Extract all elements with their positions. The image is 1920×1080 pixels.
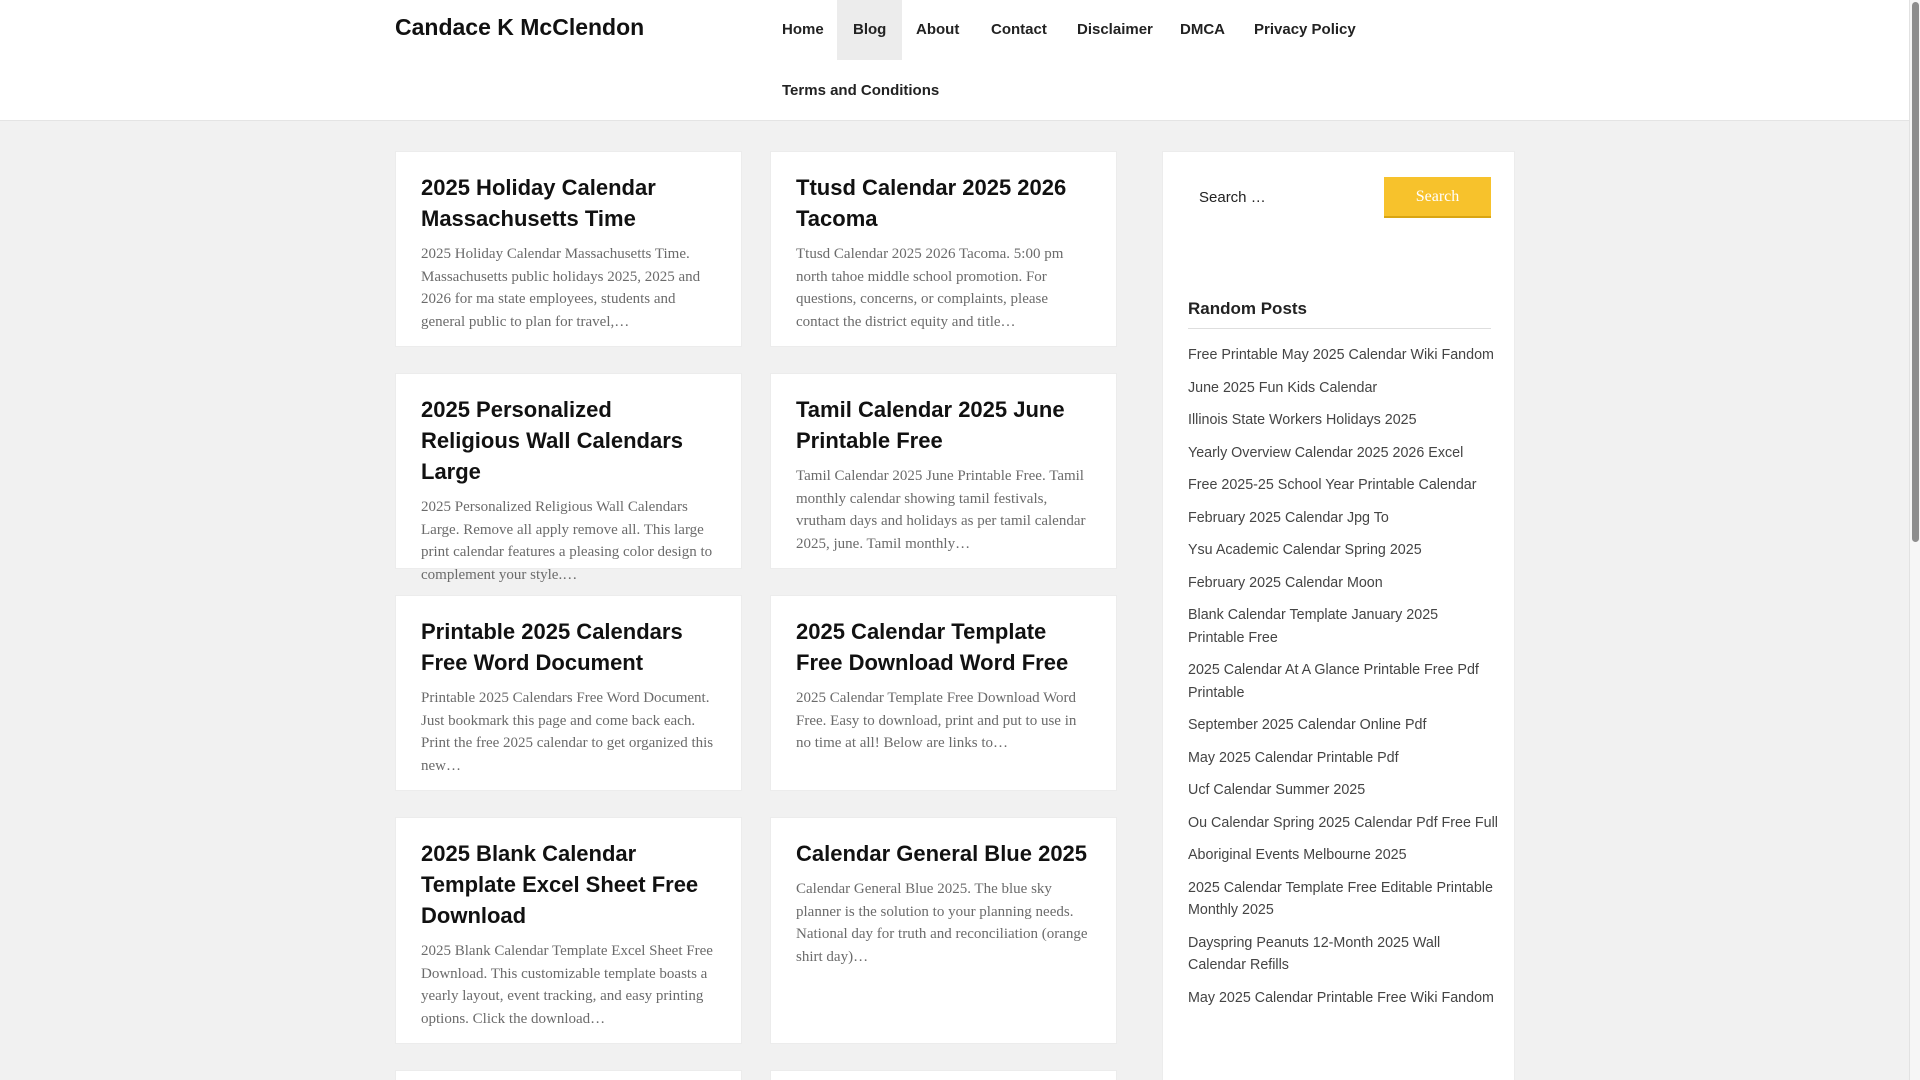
post-title[interactable]: Ttusd Calendar 2025 2026 Tacoma — [796, 172, 1091, 234]
random-post-link[interactable]: Aboriginal Events Melbourne 2025 — [1188, 844, 1498, 867]
post-excerpt: 2025 Blank Calendar Template Excel Sheet… — [421, 943, 713, 1027]
random-post-link[interactable]: June 2025 Fun Kids Calendar — [1188, 377, 1498, 400]
search-button[interactable]: Search — [1384, 177, 1491, 218]
post-card: Printable 2025 Calendars Free Word Docum… — [395, 595, 742, 791]
random-post-link[interactable]: Illinois State Workers Holidays 2025 — [1188, 409, 1498, 432]
page-scrollbar[interactable] — [1909, 0, 1920, 1080]
site-header: Candace K McClendon Home Blog About Cont… — [0, 0, 1909, 121]
random-post-link[interactable]: 2025 Calendar At A Glance Printable Free… — [1188, 659, 1498, 704]
random-posts-title: Random Posts — [1188, 299, 1308, 318]
random-post-link[interactable]: Free 2025-25 School Year Printable Calen… — [1188, 474, 1498, 497]
post-title[interactable]: Calendar General Blue 2025 — [796, 838, 1091, 869]
post-card — [770, 1070, 1117, 1080]
post-title[interactable]: 2025 Blank Calendar Template Excel Sheet… — [421, 838, 716, 931]
post-excerpt: Tamil Calendar 2025 June Printable Free.… — [796, 468, 1086, 552]
nav-item-terms-and-conditions[interactable]: Terms and Conditions — [766, 61, 955, 121]
post-excerpt: Printable 2025 Calendars Free Word Docum… — [421, 690, 714, 774]
post-title[interactable]: 2025 Holiday Calendar Massachusetts Time — [421, 172, 716, 234]
post-excerpt: Calendar General Blue 2025. The blue sky… — [796, 881, 1088, 965]
post-excerpt: 2025 Holiday Calendar Massachusetts Time… — [421, 246, 701, 330]
nav-item-contact[interactable]: Contact — [975, 0, 1063, 60]
random-post-link[interactable]: 2025 Calendar Template Free Editable Pri… — [1188, 877, 1498, 922]
post-card: 2025 Blank Calendar Template Excel Sheet… — [395, 817, 742, 1044]
widget-divider — [1188, 328, 1491, 329]
random-post-link[interactable]: February 2025 Calendar Moon — [1188, 572, 1498, 595]
post-title[interactable]: Printable 2025 Calendars Free Word Docum… — [421, 616, 716, 678]
post-title[interactable]: Tamil Calendar 2025 June Printable Free — [796, 394, 1091, 456]
post-excerpt: Ttusd Calendar 2025 2026 Tacoma. 5:00 pm… — [796, 246, 1064, 330]
post-card: 2025 Holiday Calendar Massachusetts Time… — [395, 151, 742, 347]
post-card — [395, 1070, 742, 1080]
scrollbar-thumb[interactable] — [1912, 2, 1919, 542]
random-post-link[interactable]: Ysu Academic Calendar Spring 2025 — [1188, 539, 1498, 562]
random-posts-list: Free Printable May 2025 Calendar Wiki Fa… — [1188, 344, 1498, 1019]
post-card: Ttusd Calendar 2025 2026 Tacoma Ttusd Ca… — [770, 151, 1117, 347]
random-post-link[interactable]: Yearly Overview Calendar 2025 2026 Excel — [1188, 442, 1498, 465]
post-excerpt: 2025 Calendar Template Free Download Wor… — [796, 690, 1077, 752]
random-post-link[interactable]: May 2025 Calendar Printable Pdf — [1188, 747, 1498, 770]
search-input[interactable] — [1187, 177, 1367, 217]
nav-item-dmca[interactable]: DMCA — [1164, 0, 1241, 60]
random-post-link[interactable]: Dayspring Peanuts 12-Month 2025 Wall Cal… — [1188, 932, 1498, 977]
nav-item-blog[interactable]: Blog — [837, 0, 903, 60]
random-post-link[interactable]: Ou Calendar Spring 2025 Calendar Pdf Fre… — [1188, 812, 1498, 835]
random-post-link[interactable]: September 2025 Calendar Online Pdf — [1188, 714, 1498, 737]
post-excerpt: 2025 Personalized Religious Wall Calenda… — [421, 499, 713, 583]
random-post-link[interactable]: Blank Calendar Template January 2025 Pri… — [1188, 604, 1498, 649]
post-title[interactable]: 2025 Calendar Template Free Download Wor… — [796, 616, 1091, 678]
random-post-link[interactable]: May 2025 Calendar Printable Free Wiki Fa… — [1188, 987, 1498, 1010]
post-title[interactable]: 2025 Personalized Religious Wall Calenda… — [421, 394, 716, 487]
post-card: 2025 Personalized Religious Wall Calenda… — [395, 373, 742, 583]
random-post-link[interactable]: Ucf Calendar Summer 2025 — [1188, 779, 1498, 802]
sidebar: Search Random Posts Free Printable May 2… — [1162, 151, 1515, 1080]
nav-item-about[interactable]: About — [900, 0, 975, 60]
nav-item-privacy-policy[interactable]: Privacy Policy — [1238, 0, 1372, 60]
post-card: Calendar General Blue 2025 Calendar Gene… — [770, 817, 1117, 1044]
nav-item-disclaimer[interactable]: Disclaimer — [1061, 0, 1169, 60]
post-card: Tamil Calendar 2025 June Printable Free … — [770, 373, 1117, 569]
nav-item-home[interactable]: Home — [766, 0, 840, 60]
random-post-link[interactable]: Free Printable May 2025 Calendar Wiki Fa… — [1188, 344, 1498, 367]
site-title[interactable]: Candace K McClendon — [395, 14, 644, 41]
random-post-link[interactable]: February 2025 Calendar Jpg To — [1188, 507, 1498, 530]
post-card: 2025 Calendar Template Free Download Wor… — [770, 595, 1117, 791]
